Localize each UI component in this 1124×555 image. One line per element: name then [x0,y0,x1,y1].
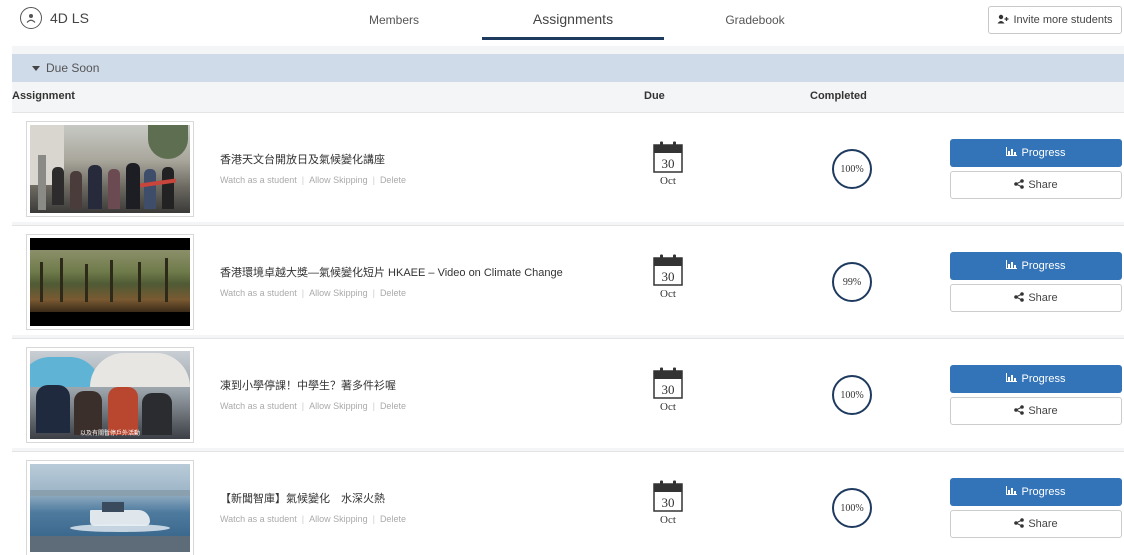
watch-as-student-link[interactable]: Watch as a student [220,401,297,411]
share-icon [1014,404,1025,418]
link-separator: | [372,514,375,524]
link-separator: | [301,401,305,411]
progress-button[interactable]: Progress [950,365,1122,393]
assignment-row: 香港環境卓越大獎—氣候變化短片 HKAEE – Video on Climate… [12,225,1124,335]
video-thumbnail[interactable] [26,460,194,555]
share-label: Share [1028,405,1058,417]
video-thumbnail[interactable] [26,121,194,217]
link-separator: | [301,288,305,298]
due-date: 30 Oct [652,254,684,300]
delete-link[interactable]: Delete [380,514,406,524]
calendar-icon: 30 [653,367,683,399]
progress-label: Progress [1021,147,1066,159]
allow-skipping-link[interactable]: Allow Skipping [309,514,368,524]
calendar-icon: 30 [653,254,683,286]
assignment-actions: Watch as a student | Allow Skipping | Delete [220,401,406,411]
column-assignment: Assignment [12,90,75,102]
share-button[interactable]: Share [950,397,1122,425]
assignment-title[interactable]: 香港天文台開放日及氣候變化講座 [220,151,385,167]
progress-label: Progress [1021,260,1066,272]
due-day: 30 [662,269,675,284]
assignment-row: 香港天文台開放日及氣候變化講座 Watch as a student | Allow… [12,112,1124,222]
video-caption: 以及有關暫停戶外活動 [79,431,140,437]
progress-label: Progress [1021,373,1066,385]
class-badge[interactable]: 4D LS [20,7,89,29]
progress-label: Progress [1021,486,1066,498]
add-user-icon [997,14,1009,27]
assignment-actions: Watch as a student | Allow Skipping | Delete [220,288,406,298]
allow-skipping-link[interactable]: Allow Skipping [309,288,368,298]
column-due: Due [644,90,665,102]
assignment-actions: Watch as a student | Allow Skipping | Delete [220,514,406,524]
progress-button[interactable]: Progress [950,478,1122,506]
due-day: 30 [662,495,675,510]
due-date: 30 Oct [652,141,684,187]
due-month: Oct [660,288,676,300]
share-button[interactable]: Share [950,171,1122,199]
completion-indicator: 100% [832,375,872,415]
share-label: Share [1028,292,1058,304]
caret-down-icon [32,61,40,75]
bar-chart-icon [1006,147,1018,159]
tab-gradebook[interactable]: Gradebook [710,0,800,40]
due-month: Oct [660,175,676,187]
video-thumbnail[interactable] [26,234,194,330]
share-label: Share [1028,179,1058,191]
video-thumbnail[interactable]: 以及有關暫停戶外活動 [26,347,194,443]
watch-as-student-link[interactable]: Watch as a student [220,175,297,185]
calendar-icon: 30 [653,141,683,173]
tab-assignments[interactable]: Assignments [482,0,664,40]
assignment-title[interactable]: 【新聞智庫】氣候變化 水深火熱 [220,490,385,506]
link-separator: | [301,514,305,524]
allow-skipping-link[interactable]: Allow Skipping [309,175,368,185]
due-date: 30 Oct [652,480,684,526]
share-button[interactable]: Share [950,510,1122,538]
due-day: 30 [662,382,675,397]
bar-chart-icon [1006,486,1018,498]
top-bar: 4D LS Members Assignments Gradebook Invi… [0,0,1124,40]
delete-link[interactable]: Delete [380,401,406,411]
link-separator: | [301,175,305,185]
due-day: 30 [662,156,675,171]
assignment-title[interactable]: 凍到小學停課！中學生？著多件衫喔 [220,377,396,393]
link-separator: | [372,288,375,298]
tab-members[interactable]: Members [350,0,438,40]
share-button[interactable]: Share [950,284,1122,312]
watch-as-student-link[interactable]: Watch as a student [220,288,297,298]
bar-chart-icon [1006,373,1018,385]
invite-students-button[interactable]: Invite more students [988,6,1122,34]
class-name: 4D LS [50,10,89,26]
delete-link[interactable]: Delete [380,175,406,185]
due-date: 30 Oct [652,367,684,413]
allow-skipping-link[interactable]: Allow Skipping [309,401,368,411]
share-label: Share [1028,518,1058,530]
invite-label: Invite more students [1013,14,1113,26]
due-month: Oct [660,401,676,413]
column-completed: Completed [810,90,867,102]
link-separator: | [372,401,375,411]
completion-indicator: 100% [832,149,872,189]
progress-button[interactable]: Progress [950,139,1122,167]
completion-indicator: 100% [832,488,872,528]
class-icon [20,7,42,29]
watch-as-student-link[interactable]: Watch as a student [220,514,297,524]
calendar-icon: 30 [653,480,683,512]
completion-indicator: 99% [832,262,872,302]
share-icon [1014,178,1025,192]
link-separator: | [372,175,375,185]
due-soon-header[interactable]: Due Soon [12,54,1124,82]
share-icon [1014,517,1025,531]
bar-chart-icon [1006,260,1018,272]
column-headers: Assignment Due Completed [12,84,1124,110]
due-month: Oct [660,514,676,526]
share-icon [1014,291,1025,305]
assignment-title[interactable]: 香港環境卓越大獎—氣候變化短片 HKAEE – Video on Climate… [220,264,563,280]
assignment-actions: Watch as a student | Allow Skipping | Delete [220,175,406,185]
delete-link[interactable]: Delete [380,288,406,298]
section-title: Due Soon [46,61,100,75]
assignment-row: 【新聞智庫】氣候變化 水深火熱 Watch as a student | Allow… [12,451,1124,555]
progress-button[interactable]: Progress [950,252,1122,280]
assignment-row: 以及有關暫停戶外活動 凍到小學停課！中學生？著多件衫喔 Watch as a s… [12,338,1124,448]
